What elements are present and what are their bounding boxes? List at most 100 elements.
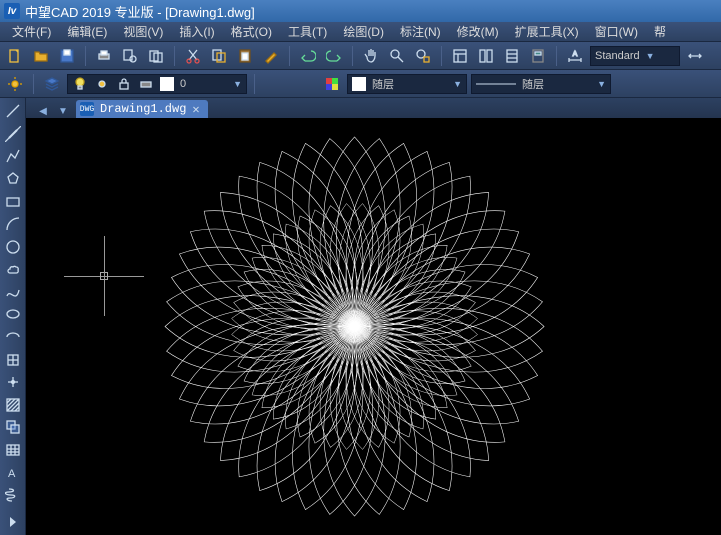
titlebar: Iv 中望CAD 2019 专业版 - [Drawing1.dwg] xyxy=(0,0,721,22)
menu-edit[interactable]: 编辑(E) xyxy=(59,21,115,42)
menu-express[interactable]: 扩展工具(X) xyxy=(507,21,587,42)
paste-button[interactable] xyxy=(234,45,256,67)
spline-tool[interactable] xyxy=(3,283,23,302)
menu-insert[interactable]: 插入(I) xyxy=(171,21,222,42)
color-selector[interactable]: 随层 ▼ xyxy=(347,74,467,94)
nav-right-icon[interactable] xyxy=(3,512,23,531)
properties-button[interactable] xyxy=(449,45,471,67)
line-sample-icon xyxy=(476,80,516,88)
menu-dimension[interactable]: 标注(N) xyxy=(392,21,449,42)
separator xyxy=(289,46,290,66)
dwg-file-icon: DWG xyxy=(80,102,94,116)
open-button[interactable] xyxy=(30,45,52,67)
separator xyxy=(441,46,442,66)
chevron-down-icon: ▼ xyxy=(597,79,606,89)
menu-file[interactable]: 文件(F) xyxy=(4,21,59,42)
separator xyxy=(85,46,86,66)
menu-view[interactable]: 视图(V) xyxy=(115,21,171,42)
app-logo-icon: Iv xyxy=(4,3,20,19)
menu-modify[interactable]: 修改(M) xyxy=(449,21,507,42)
lock-icon xyxy=(116,76,132,92)
linetype-value: 随层 xyxy=(522,76,544,92)
layer-value: 0 xyxy=(180,78,186,90)
layer-props-button[interactable] xyxy=(41,73,63,95)
tab-prev-button[interactable]: ◀ xyxy=(36,104,50,118)
separator xyxy=(352,46,353,66)
color-icon[interactable] xyxy=(321,73,343,95)
main-content: A ◀ ▼ DWG Drawing1.dwg ✕ xyxy=(0,98,721,535)
dim-style-selector[interactable]: Standard ▼ xyxy=(590,46,680,66)
ellipse-arc-tool[interactable] xyxy=(3,328,23,347)
construction-line-tool[interactable] xyxy=(3,125,23,144)
arc-tool[interactable] xyxy=(3,215,23,234)
tool-palette-button[interactable] xyxy=(501,45,523,67)
undo-button[interactable] xyxy=(297,45,319,67)
revision-cloud-tool[interactable] xyxy=(3,260,23,279)
menu-window[interactable]: 窗口(W) xyxy=(587,21,646,42)
polyline-tool[interactable] xyxy=(3,147,23,166)
chevron-down-icon: ▼ xyxy=(453,79,462,89)
region-tool[interactable] xyxy=(3,418,23,437)
layer-toolbar: 0 ▼ 随层 ▼ 随层 ▼ xyxy=(0,70,721,98)
canvas-area: ◀ ▼ DWG Drawing1.dwg ✕ xyxy=(26,98,721,535)
lightbulb-icon xyxy=(72,76,88,92)
separator xyxy=(174,46,175,66)
pan-button[interactable] xyxy=(360,45,382,67)
design-center-button[interactable] xyxy=(475,45,497,67)
document-tab-label: Drawing1.dwg xyxy=(100,102,186,116)
calculator-button[interactable] xyxy=(527,45,549,67)
circle-tool[interactable] xyxy=(3,237,23,256)
tab-next-button[interactable]: ▼ xyxy=(56,104,70,118)
save-button[interactable] xyxy=(56,45,78,67)
layer-selector[interactable]: 0 ▼ xyxy=(67,74,247,94)
menu-format[interactable]: 格式(O) xyxy=(223,21,280,42)
sun-icon[interactable] xyxy=(4,73,26,95)
menu-tools[interactable]: 工具(T) xyxy=(280,21,335,42)
zoom-button[interactable] xyxy=(386,45,408,67)
dim-style-icon[interactable]: A xyxy=(564,45,586,67)
close-tab-button[interactable]: ✕ xyxy=(192,102,199,117)
text-tool[interactable]: A xyxy=(3,463,23,482)
menubar: 文件(F) 编辑(E) 视图(V) 插入(I) 格式(O) 工具(T) 绘图(D… xyxy=(0,22,721,42)
separator xyxy=(556,46,557,66)
menu-help[interactable]: 帮 xyxy=(646,21,674,42)
line-tool[interactable] xyxy=(3,102,23,121)
color-value: 随层 xyxy=(372,76,394,92)
preview-button[interactable] xyxy=(119,45,141,67)
block-tool[interactable] xyxy=(3,350,23,369)
flower-drawing xyxy=(26,118,721,535)
dim-linear-button[interactable] xyxy=(684,45,706,67)
sun-small-icon xyxy=(94,76,110,92)
window-title: 中望CAD 2019 专业版 - [Drawing1.dwg] xyxy=(25,2,255,21)
helix-tool[interactable] xyxy=(3,486,23,505)
new-button[interactable] xyxy=(4,45,26,67)
standard-toolbar: A Standard ▼ xyxy=(0,42,721,70)
copy-button[interactable] xyxy=(208,45,230,67)
table-tool[interactable] xyxy=(3,441,23,460)
chevron-down-icon: ▼ xyxy=(233,79,242,89)
redo-button[interactable] xyxy=(323,45,345,67)
draw-toolbar: A xyxy=(0,98,26,535)
hatch-tool[interactable] xyxy=(3,396,23,415)
document-tabs: ◀ ▼ DWG Drawing1.dwg ✕ xyxy=(26,98,721,118)
menu-draw[interactable]: 绘图(D) xyxy=(335,21,392,42)
chevron-down-icon: ▼ xyxy=(646,51,655,61)
publish-button[interactable] xyxy=(145,45,167,67)
point-tool[interactable] xyxy=(3,373,23,392)
separator xyxy=(254,74,255,94)
polygon-tool[interactable] xyxy=(3,170,23,189)
drawing-viewport[interactable] xyxy=(26,118,721,535)
print-button[interactable] xyxy=(93,45,115,67)
linetype-selector[interactable]: 随层 ▼ xyxy=(471,74,611,94)
rectangle-tool[interactable] xyxy=(3,192,23,211)
match-prop-button[interactable] xyxy=(260,45,282,67)
separator xyxy=(33,74,34,94)
zoom-extent-button[interactable] xyxy=(412,45,434,67)
layer-color-swatch xyxy=(160,77,174,91)
cut-button[interactable] xyxy=(182,45,204,67)
document-tab[interactable]: DWG Drawing1.dwg ✕ xyxy=(76,100,208,118)
dim-style-value: Standard xyxy=(595,50,640,62)
color-swatch xyxy=(352,77,366,91)
ellipse-tool[interactable] xyxy=(3,305,23,324)
printer-icon xyxy=(138,76,154,92)
